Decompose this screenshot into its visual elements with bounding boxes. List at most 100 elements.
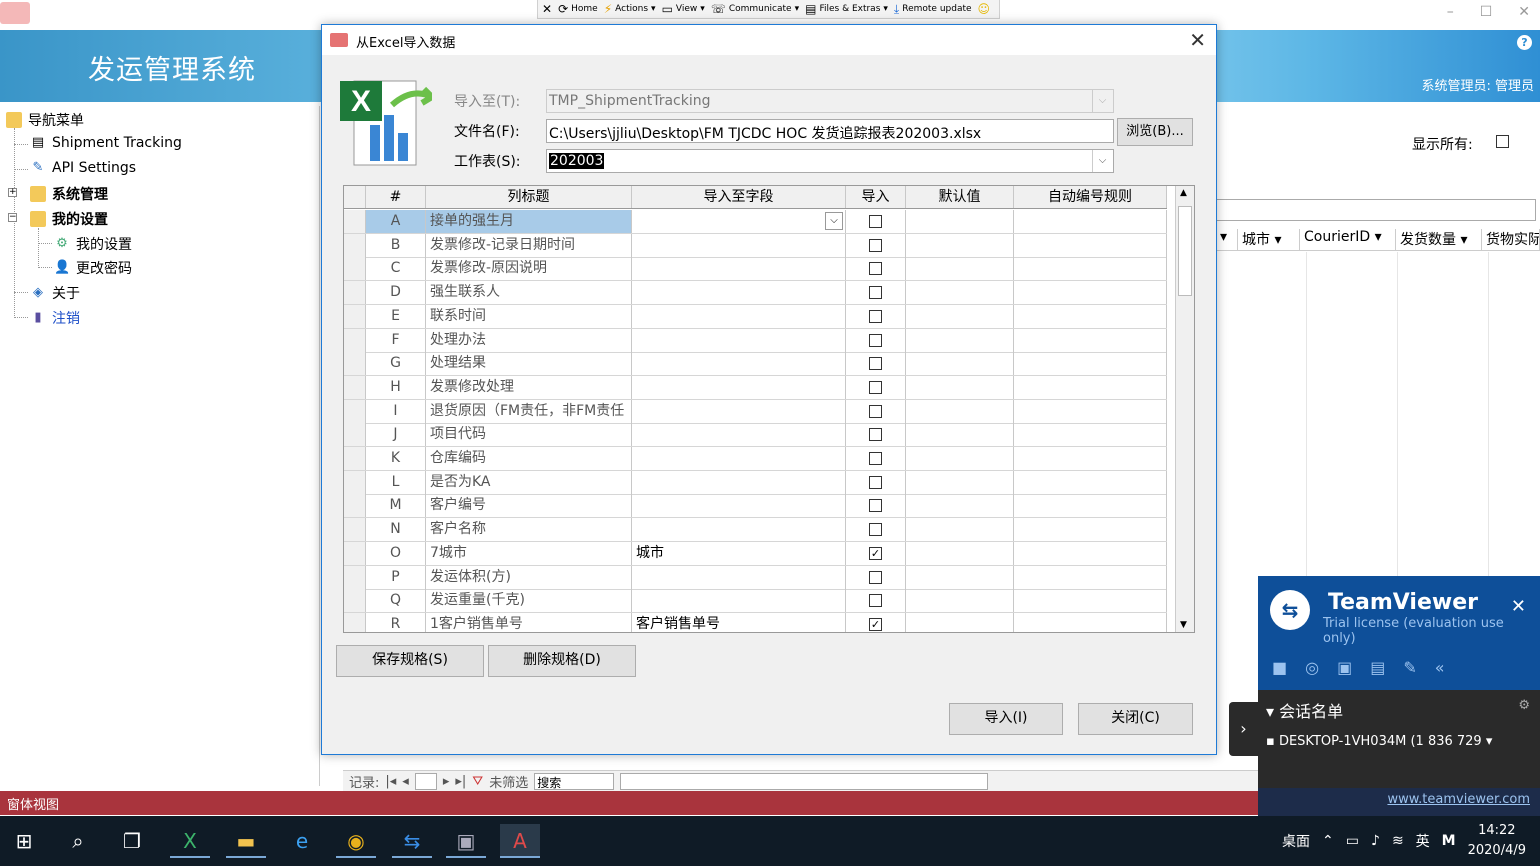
target-field-select[interactable] xyxy=(632,375,846,399)
target-field-select[interactable] xyxy=(632,470,846,494)
import-checkbox[interactable] xyxy=(869,309,882,323)
filename-input[interactable]: C:\Users\jjliu\Desktop\FM TJCDC HOC 发货追踪… xyxy=(546,119,1114,143)
table-row[interactable]: K 仓库编码 xyxy=(344,447,1167,471)
import-checkbox-cell[interactable] xyxy=(846,257,906,281)
row-selector[interactable] xyxy=(344,541,366,565)
close-icon[interactable]: ✕ xyxy=(1511,596,1526,617)
default-value-cell[interactable] xyxy=(906,210,1014,233)
autonumber-rule-cell[interactable] xyxy=(1014,589,1167,613)
autonumber-rule-cell[interactable] xyxy=(1014,399,1167,423)
import-checkbox-cell[interactable] xyxy=(846,210,906,233)
file-explorer-icon[interactable]: ▬ xyxy=(226,824,266,858)
row-selector[interactable] xyxy=(344,304,366,328)
table-row[interactable]: B 发票修改-记录日期时间 xyxy=(344,233,1167,258)
target-field-select[interactable] xyxy=(632,328,846,352)
maximize-icon[interactable]: ☐ xyxy=(1480,4,1493,20)
autonumber-rule-cell[interactable] xyxy=(1014,447,1167,470)
row-selector[interactable] xyxy=(344,565,366,589)
filter-icon[interactable]: ⛛ xyxy=(472,774,483,789)
chevron-down-icon[interactable]: ⌵ xyxy=(825,212,843,230)
autonumber-rule-cell[interactable] xyxy=(1014,257,1167,281)
import-checkbox[interactable] xyxy=(869,475,882,489)
last-record-icon[interactable]: ▸| xyxy=(455,774,466,789)
volume-icon[interactable]: ♪ xyxy=(1371,833,1380,849)
table-row[interactable]: D 强生联系人 xyxy=(344,281,1167,306)
column-header[interactable]: ▾ xyxy=(1216,229,1238,250)
import-checkbox-cell[interactable] xyxy=(846,304,906,328)
target-field-select[interactable] xyxy=(632,589,846,613)
import-checkbox-cell[interactable] xyxy=(846,328,906,352)
target-field-select[interactable] xyxy=(632,233,846,257)
vertical-scrollbar[interactable]: ▲ ▼ xyxy=(1175,186,1194,632)
row-selector[interactable] xyxy=(344,399,366,423)
autonumber-rule-cell[interactable] xyxy=(1014,541,1167,565)
session-device[interactable]: ▪ DESKTOP-1VH034M (1 836 729 ▾ xyxy=(1266,734,1492,749)
grid-header-cell[interactable]: 自动编号规则 xyxy=(1014,186,1167,208)
target-field-select[interactable] xyxy=(632,518,846,542)
import-checkbox[interactable] xyxy=(869,570,882,584)
nav-item-my-settings-group[interactable]: 我的设置 xyxy=(30,209,108,229)
default-value-cell[interactable] xyxy=(906,399,1014,423)
default-value-cell[interactable] xyxy=(906,470,1014,494)
video-icon[interactable]: ■ xyxy=(1272,658,1287,677)
target-field-select[interactable] xyxy=(632,257,846,281)
row-selector[interactable] xyxy=(344,257,366,281)
default-value-cell[interactable] xyxy=(906,541,1014,565)
grid-header-cell[interactable]: 列标题 xyxy=(426,186,632,208)
autonumber-rule-cell[interactable] xyxy=(1014,494,1167,518)
row-selector[interactable] xyxy=(344,494,366,518)
import-checkbox-cell[interactable]: ✓ xyxy=(846,541,906,565)
default-value-cell[interactable] xyxy=(906,589,1014,613)
headset-icon[interactable]: ◎ xyxy=(1305,658,1319,677)
row-selector[interactable] xyxy=(344,518,366,542)
default-value-cell[interactable] xyxy=(906,423,1014,447)
target-field-select[interactable] xyxy=(632,399,846,423)
import-checkbox-cell[interactable] xyxy=(846,399,906,423)
target-field-select[interactable] xyxy=(632,423,846,447)
default-value-cell[interactable] xyxy=(906,352,1014,376)
search-icon[interactable]: ⌕ xyxy=(58,824,98,858)
row-selector[interactable] xyxy=(344,612,366,632)
table-row[interactable]: M 客户编号 xyxy=(344,494,1167,519)
import-checkbox-cell[interactable] xyxy=(846,233,906,257)
import-checkbox[interactable] xyxy=(869,357,882,371)
row-selector[interactable] xyxy=(344,328,366,352)
nav-item-change-password[interactable]: 👤 更改密码 xyxy=(54,258,132,278)
import-checkbox[interactable] xyxy=(869,262,882,276)
default-value-cell[interactable] xyxy=(906,518,1014,542)
target-field-select[interactable] xyxy=(632,304,846,328)
delete-spec-button[interactable]: 删除规格(D) xyxy=(488,645,636,677)
excel-taskbar-icon[interactable]: X xyxy=(170,824,210,858)
autonumber-rule-cell[interactable] xyxy=(1014,281,1167,305)
save-spec-button[interactable]: 保存规格(S) xyxy=(336,645,484,677)
nav-item-logout[interactable]: ▮ 注销 xyxy=(30,308,80,328)
import-button[interactable]: 导入(I) xyxy=(949,703,1063,735)
autonumber-rule-cell[interactable] xyxy=(1014,328,1167,352)
ime-indicator[interactable]: 英 xyxy=(1416,831,1430,851)
scroll-down-icon[interactable]: ▼ xyxy=(1180,620,1187,630)
access-taskbar-icon[interactable]: A xyxy=(500,824,540,858)
row-selector[interactable] xyxy=(344,281,366,305)
import-checkbox-cell[interactable] xyxy=(846,281,906,305)
default-value-cell[interactable] xyxy=(906,447,1014,470)
import-checkbox[interactable] xyxy=(869,286,882,300)
import-checkbox-cell[interactable] xyxy=(846,470,906,494)
grid-header-cell[interactable]: 导入至字段 xyxy=(632,186,846,208)
target-field-select[interactable] xyxy=(632,494,846,518)
import-checkbox-cell[interactable] xyxy=(846,375,906,399)
ie-icon[interactable]: e xyxy=(282,824,322,858)
default-value-cell[interactable] xyxy=(906,612,1014,632)
default-value-cell[interactable] xyxy=(906,257,1014,281)
import-checkbox-cell[interactable] xyxy=(846,565,906,589)
default-value-cell[interactable] xyxy=(906,565,1014,589)
autonumber-rule-cell[interactable] xyxy=(1014,233,1167,257)
search-input[interactable]: 搜索 xyxy=(534,772,615,790)
table-row[interactable]: Q 发运重量(千克) xyxy=(344,589,1167,614)
close-icon[interactable]: ✕ xyxy=(1189,28,1206,52)
chevron-right-icon[interactable]: › xyxy=(1229,702,1258,756)
target-field-select[interactable]: ⌵ xyxy=(632,210,846,233)
nav-item-about[interactable]: ◈ 关于 xyxy=(30,283,80,303)
table-row[interactable]: E 联系时间 xyxy=(344,304,1167,329)
target-field-select[interactable]: 城市 xyxy=(632,541,846,565)
table-row[interactable]: L 是否为KA xyxy=(344,470,1167,495)
